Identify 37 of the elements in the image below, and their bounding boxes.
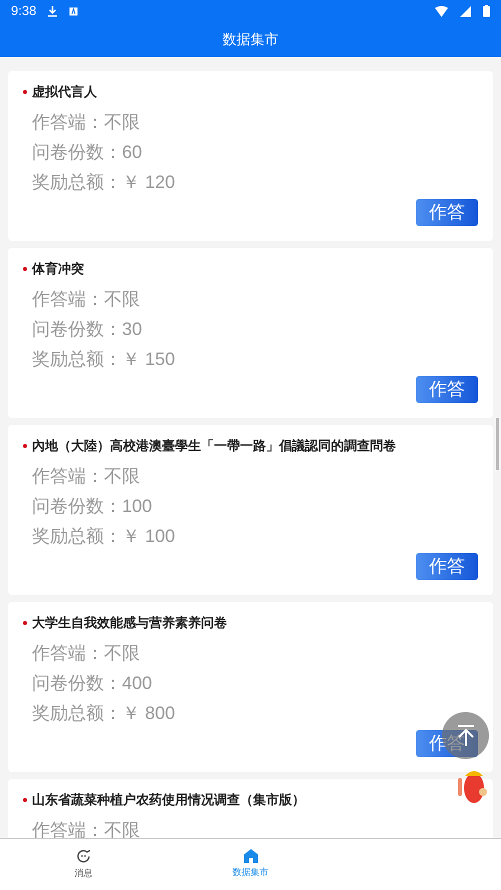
download-icon — [48, 6, 58, 16]
survey-title: 山东省蔬菜种植户农药使用情况调查（集市版） — [32, 791, 305, 810]
platform-label: 作答端：不限 — [32, 111, 140, 134]
wifi-icon — [435, 6, 448, 16]
answer-button[interactable]: 作答 — [416, 199, 478, 226]
count-label: 问卷份数：400 — [32, 672, 152, 695]
mascot-icon — [456, 768, 488, 804]
answer-button[interactable]: 作答 — [416, 553, 478, 580]
survey-title: 虚拟代言人 — [32, 83, 97, 102]
battery-icon — [483, 5, 490, 17]
survey-card[interactable]: 虚拟代言人 作答端：不限 问卷份数：60 奖励总额：￥ 120 作答 — [8, 71, 493, 241]
platform-label: 作答端：不限 — [32, 288, 140, 311]
survey-card[interactable]: 大学生自我效能感与营养素养问卷 作答端：不限 问卷份数：400 奖励总额：￥ 800 作答 — [8, 602, 493, 772]
reward-label: 奖励总额：￥ 120 — [32, 171, 176, 194]
survey-title: 体育冲突 — [32, 260, 84, 278]
nav-tab[interactable]: 消息 — [0, 839, 167, 890]
count-label: 问卷份数：60 — [32, 141, 142, 164]
reward-label: 奖励总额：￥ 100 — [32, 525, 176, 548]
chat-face-icon — [76, 848, 91, 864]
home-icon — [244, 849, 258, 864]
answer-button[interactable]: 作答 — [416, 376, 478, 403]
reward-label: 奖励总额：￥ 150 — [32, 348, 176, 371]
signal-icon — [460, 6, 471, 16]
survey-card[interactable]: 內地（大陸）高校港澳臺學生「一帶一路」倡議認同的調查問卷 作答端：不限 问卷份数：100 奖励总额：￥ 100 作答 — [8, 425, 493, 595]
platform-label: 作答端：不限 — [32, 642, 140, 665]
page-title: 数据集市 — [222, 30, 278, 49]
count-label: 问卷份数：100 — [32, 495, 152, 518]
reward-label: 奖励总额：￥ 800 — [32, 702, 176, 725]
app-notification-icon — [69, 6, 78, 16]
survey-title: 大学生自我效能感与营养素养问卷 — [32, 614, 227, 632]
count-label: 问卷份数：30 — [32, 318, 142, 341]
scrollbar-thumb — [496, 418, 499, 470]
survey-title: 內地（大陸）高校港澳臺學生「一帶一路」倡議認同的調查問卷 — [32, 437, 396, 456]
survey-card[interactable]: 体育冲突 作答端：不限 问卷份数：30 奖励总额：￥ 150 作答 — [8, 248, 493, 418]
status-time: 9:38 — [11, 2, 36, 20]
nav-tab[interactable]: 数据集市 — [167, 839, 334, 890]
platform-label: 作答端：不限 — [32, 465, 140, 488]
